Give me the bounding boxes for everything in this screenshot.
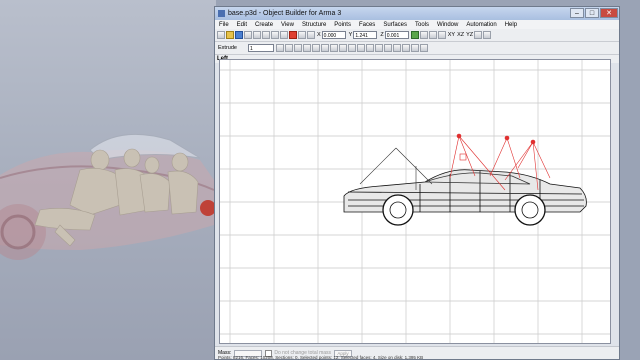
menu-tools[interactable]: Tools [411,22,433,28]
x-coordinate-label: X [317,32,321,38]
zoom-icon[interactable] [284,44,293,52]
extrude-label: Extrude [218,45,237,51]
mirror-icon[interactable] [474,31,483,39]
y-coordinate-field[interactable]: 1.241 [353,31,378,39]
camera-icon[interactable] [365,44,374,52]
edges-icon[interactable] [320,44,329,52]
redo-icon[interactable] [280,31,288,39]
menu-edit[interactable]: Edit [233,22,251,28]
copy-icon[interactable] [253,31,261,39]
lighting-icon[interactable] [356,44,365,52]
menu-surfaces[interactable]: Surfaces [379,22,411,28]
z-coordinate-label: Z [380,32,384,38]
preview-3d-view [0,0,216,360]
apply-coordinates-icon[interactable] [410,31,419,39]
flip-icon[interactable] [483,31,492,39]
extrude-field[interactable]: 1 [247,44,274,52]
points-icon[interactable] [302,44,311,52]
hide-icon[interactable] [374,44,383,52]
undo-icon[interactable] [271,31,279,39]
object-builder-window: base.p3d - Object Builder for Arma 3 – □… [214,6,620,360]
cut-icon[interactable] [244,31,252,39]
menu-view[interactable]: View [277,22,298,28]
vehicle-3d-render [0,133,216,260]
y-coordinate-label: Y [348,32,353,38]
menu-automation[interactable]: Automation [462,22,500,28]
view-xz-button[interactable]: XZ [457,32,464,38]
menu-structure[interactable]: Structure [298,22,330,28]
pan-icon[interactable] [293,44,302,52]
menu-window[interactable]: Window [433,22,462,28]
snap-icon[interactable] [419,31,428,39]
move-icon[interactable] [298,31,306,39]
menu-create[interactable]: Create [251,22,277,28]
menu-points[interactable]: Points [330,22,355,28]
select-icon[interactable] [275,44,284,52]
fit-view-icon[interactable] [401,44,410,52]
app-icon [218,10,225,17]
car-wireframe [343,169,587,226]
lock-icon[interactable] [437,31,446,39]
window-title: base.p3d - Object Builder for Arma 3 [228,10,342,17]
view-yz-button[interactable]: YZ [466,32,473,38]
menu-help[interactable]: Help [501,22,521,28]
model-statistics: Points: 8216, Faces: 10208, Sections: 0,… [218,355,424,360]
maximize-button[interactable]: □ [585,8,599,18]
grid-icon[interactable] [428,31,437,39]
title-bar[interactable]: base.p3d - Object Builder for Arma 3 – □… [215,7,619,20]
center-icon[interactable] [392,44,401,52]
solid-icon[interactable] [338,44,347,52]
menu-faces[interactable]: Faces [355,22,379,28]
main-toolbar: X 0.000 Y 1.241 Z 0.001 XY XZ YZ [215,29,619,42]
view-xy-button[interactable]: XY [448,32,455,38]
orthographic-viewport[interactable] [219,59,611,344]
save-icon[interactable] [235,31,243,39]
rotate-icon[interactable] [307,31,315,39]
close-button[interactable]: ✕ [600,8,618,18]
measure-icon[interactable] [410,44,419,52]
menu-bar: File Edit Create View Structure Points F… [215,20,619,29]
paste-icon[interactable] [262,31,270,39]
texture-icon[interactable] [347,44,356,52]
status-bar: Mass: Do not change total mass Apply Poi… [215,346,619,360]
x-coordinate-field[interactable]: 0.000 [321,31,346,39]
settings-icon[interactable] [419,44,428,52]
open-folder-icon[interactable] [226,31,234,39]
secondary-toolbar: Extrude 1 [215,42,619,55]
menu-file[interactable]: File [215,22,233,28]
faces-icon[interactable] [311,44,320,52]
viewport-canvas[interactable] [220,60,610,343]
new-file-icon[interactable] [217,31,225,39]
record-icon[interactable] [289,31,297,39]
show-icon[interactable] [383,44,392,52]
minimize-button[interactable]: – [570,8,584,18]
z-coordinate-field[interactable]: 0.001 [384,31,409,39]
wireframe-icon[interactable] [329,44,338,52]
